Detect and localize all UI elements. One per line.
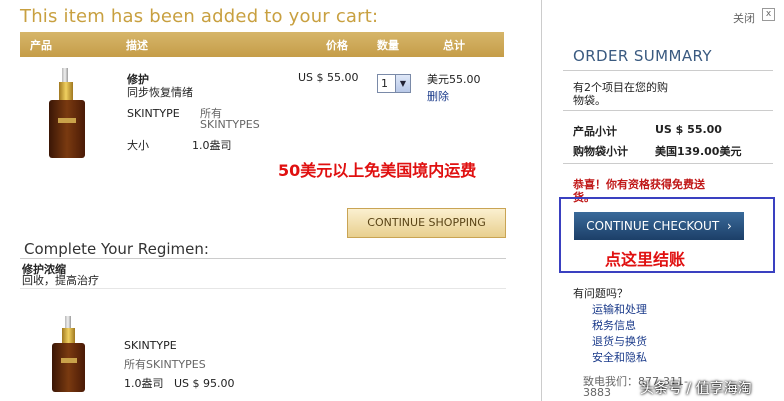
col-description: 描述	[126, 39, 148, 52]
continue-shopping-button[interactable]: CONTINUE SHOPPING	[347, 208, 506, 238]
chevron-down-icon[interactable]: ▼	[395, 75, 410, 92]
item-subtitle: 同步恢复情绪	[127, 86, 193, 99]
divider	[20, 258, 506, 259]
item-skintype-value-2: SKINTYPES	[200, 118, 260, 131]
regimen-title: Complete Your Regimen:	[24, 240, 209, 258]
divider	[563, 163, 773, 164]
order-summary-title: ORDER SUMMARY	[573, 47, 712, 65]
click-here-annotation: 点这里结账	[605, 250, 686, 269]
remove-link[interactable]: 删除	[427, 88, 449, 104]
help-title: 有问题吗？	[573, 287, 628, 300]
help-link-privacy[interactable]: 安全和隐私	[592, 349, 647, 365]
continue-checkout-button[interactable]: CONTINUE CHECKOUT ›	[574, 212, 744, 240]
divider	[563, 70, 773, 71]
cart-title: This item has been added to your cart:	[20, 6, 379, 27]
cart-panel: This item has been added to your cart: 产…	[0, 0, 540, 401]
cart-table-header: 产品 描述 价格 数量 总计	[20, 32, 504, 57]
product-image[interactable]	[42, 68, 94, 160]
item-price: US $ 55.00	[298, 71, 359, 84]
divider	[20, 288, 506, 289]
watermark: 头条号 / 值享海淘	[640, 381, 752, 397]
bag-subtotal-value: 美国139.00美元	[655, 145, 742, 158]
item-skintype-label: SKINTYPE	[127, 107, 180, 120]
item-total: 美元55.00	[427, 73, 481, 86]
close-link[interactable]: 关闭	[733, 10, 755, 26]
col-quantity: 数量	[377, 39, 399, 52]
quantity-value: 1	[381, 77, 388, 90]
promo-annotation: 50美元以上免美国境内运费	[278, 161, 477, 180]
bag-count-text-2: 物袋。	[573, 94, 606, 107]
bag-subtotal-label: 购物袋小计	[573, 145, 628, 158]
item-size-label: 大小	[127, 139, 149, 152]
help-link-shipping[interactable]: 运输和处理	[592, 301, 647, 317]
col-price: 价格	[326, 39, 348, 52]
item-size-value: 1.0盎司	[192, 139, 232, 152]
phone-text-2: 3883	[583, 386, 611, 399]
help-link-tax[interactable]: 税务信息	[592, 317, 636, 333]
regimen-skintype-value: 所有SKINTYPES	[124, 358, 206, 371]
help-link-returns[interactable]: 退货与换货	[592, 333, 647, 349]
regimen-item-desc: 回收，提高治疗	[22, 274, 99, 287]
quantity-select[interactable]: 1 ▼	[377, 74, 411, 93]
close-icon[interactable]: x	[762, 8, 775, 21]
subtotal-label: 产品小计	[573, 125, 617, 138]
checkout-button-label: CONTINUE CHECKOUT	[586, 219, 720, 233]
divider	[563, 110, 773, 111]
regimen-product-image[interactable]	[48, 316, 90, 392]
chevron-right-icon: ›	[726, 219, 732, 233]
col-total: 总计	[443, 39, 465, 52]
subtotal-value: US $ 55.00	[655, 123, 722, 136]
regimen-size-price: 1.0盎司 US $ 95.00	[124, 377, 235, 390]
panel-divider	[541, 0, 542, 401]
col-product: 产品	[30, 39, 52, 52]
regimen-skintype-label: SKINTYPE	[124, 339, 177, 352]
